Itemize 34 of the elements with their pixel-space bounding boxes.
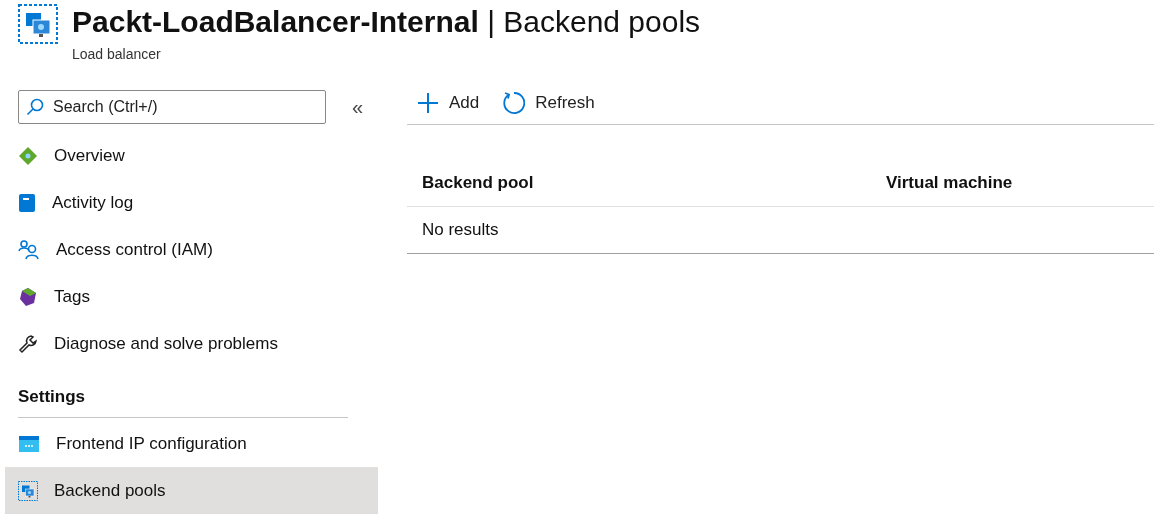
empty-message: No results bbox=[421, 220, 499, 240]
plus-icon bbox=[417, 91, 439, 114]
collapse-button[interactable]: « bbox=[346, 95, 370, 119]
people-icon bbox=[18, 239, 40, 260]
log-icon bbox=[18, 192, 36, 213]
tag-icon bbox=[18, 286, 38, 307]
nav-item[interactable]: Diagnose and solve problems bbox=[5, 320, 378, 367]
search-field[interactable]: Search (Ctrl+/) bbox=[18, 90, 326, 124]
resource-type: Load balancer bbox=[72, 46, 162, 62]
nav-label: Diagnose and solve problems bbox=[54, 333, 278, 354]
nav-label: Backend pools bbox=[54, 480, 166, 501]
load-balancer-icon bbox=[18, 480, 38, 501]
column-header: Backend pool bbox=[421, 172, 535, 193]
nav-item[interactable]: Activity log bbox=[5, 179, 378, 226]
load-balancer-icon bbox=[18, 4, 58, 44]
nav-label: Frontend IP configuration bbox=[56, 433, 247, 454]
nav-label: Activity log bbox=[52, 192, 134, 213]
wrench-icon bbox=[18, 333, 38, 354]
nav-item[interactable]: Overview bbox=[5, 132, 378, 179]
nav-item[interactable]: Frontend IP configuration bbox=[5, 420, 378, 467]
nav-item[interactable]: Access control (IAM) bbox=[5, 226, 378, 273]
page-title: Packt-LoadBalancer-Internal | Backend pools bbox=[72, 4, 701, 40]
section-heading: Settings bbox=[17, 386, 87, 408]
column-header: Virtual machine bbox=[885, 172, 1013, 193]
nav-item[interactable]: Backend pools bbox=[5, 467, 378, 514]
nav-label: Access control (IAM) bbox=[56, 239, 213, 260]
nav-item[interactable]: Tags bbox=[5, 273, 378, 320]
nav-label: Tags bbox=[54, 286, 90, 307]
nav-label: Overview bbox=[54, 145, 125, 166]
refresh-button[interactable]: Refresh bbox=[501, 90, 595, 115]
add-button[interactable]: Add bbox=[417, 91, 480, 114]
diamond-icon bbox=[18, 145, 38, 166]
refresh-icon bbox=[501, 90, 526, 115]
window-icon bbox=[18, 434, 40, 453]
